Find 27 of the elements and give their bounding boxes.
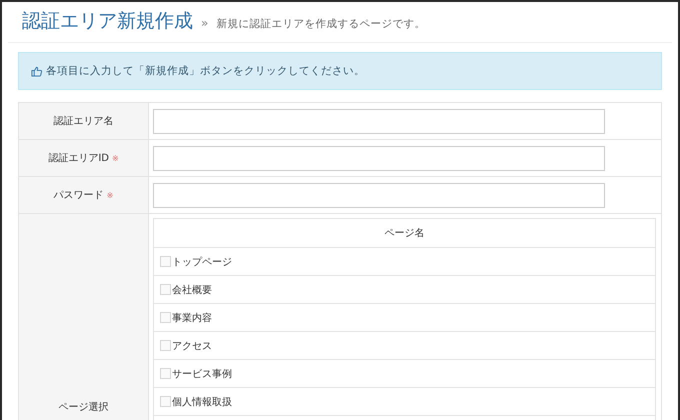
page-name: アクセス bbox=[172, 340, 212, 352]
text-input[interactable] bbox=[153, 146, 605, 170]
page-name: 会社概要 bbox=[172, 284, 212, 296]
text-input[interactable] bbox=[153, 108, 605, 134]
field-label: 認証エリア名 bbox=[54, 116, 114, 127]
page-name: サービス事例 bbox=[172, 368, 232, 380]
checkbox[interactable] bbox=[160, 312, 171, 323]
page-title: 認証エリア新規作成 bbox=[22, 9, 193, 34]
checkbox[interactable] bbox=[160, 284, 171, 295]
checkbox[interactable] bbox=[160, 368, 171, 379]
page-name: 事業内容 bbox=[172, 312, 212, 324]
checkbox[interactable] bbox=[160, 256, 171, 267]
field-label: 認証エリアID bbox=[48, 153, 109, 164]
breadcrumb-separator: » bbox=[201, 16, 208, 30]
required-mark: ※ bbox=[112, 154, 119, 163]
checkbox[interactable] bbox=[160, 340, 171, 351]
column-header: ページ名 bbox=[384, 228, 424, 239]
required-mark: ※ bbox=[106, 191, 114, 200]
field-label: パスワード bbox=[54, 190, 104, 201]
checkbox[interactable] bbox=[160, 396, 171, 407]
page-name: トップページ bbox=[172, 256, 232, 268]
thumbs-up-icon bbox=[31, 66, 42, 76]
text-input[interactable] bbox=[153, 182, 605, 208]
page-subtitle: 新規に認証エリアを作成するページです。 bbox=[216, 17, 426, 31]
field-label: ページ選択 bbox=[58, 402, 108, 413]
instruction-text: 各項目に入力して「新規作成」ボタンをクリックしてください。 bbox=[46, 64, 365, 78]
page-name: 個人情報取扱 bbox=[172, 396, 232, 408]
